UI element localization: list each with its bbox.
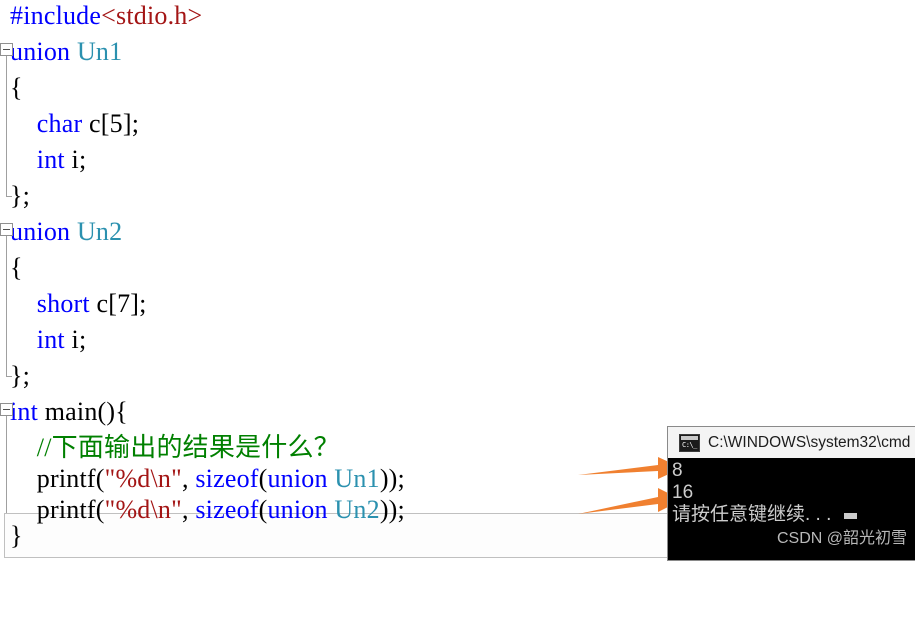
code-line-text: { [10,248,23,288]
code-token: , [181,464,196,493]
code-token: char [10,109,83,138]
code-token: #include [10,1,102,30]
console-window[interactable]: C:\_ C:\WINDOWS\system32\cmd 8 16 请按任意键继… [668,427,915,560]
code-token: i; [64,325,87,354]
code-token: <stdio.h> [101,1,203,30]
code-token: } [10,521,23,550]
code-token: int [10,397,39,426]
watermark: CSDN @韶光初雪 [776,530,907,547]
code-line[interactable]: union Un1 [0,32,915,72]
fold-toggle-un1[interactable] [0,43,13,56]
code-line[interactable]: union Un2 [0,212,915,252]
code-token: Un1 [76,37,123,66]
console-cursor [844,513,857,519]
code-line-text: int main(){ [10,392,128,432]
code-line-text: int i; [10,320,86,360]
code-token: }; [10,361,31,390]
code-line[interactable]: }; [0,356,915,396]
console-title: C:\WINDOWS\system32\cmd [708,433,911,451]
code-line-text: short c[7]; [10,284,147,324]
fold-toggle-un2[interactable] [0,223,13,236]
code-line[interactable]: short c[7]; [0,284,915,324]
cmd-console-icon: C:\_ [679,433,700,452]
code-line-text: #include<stdio.h> [10,0,202,36]
code-token: //下面输出的结果是什么？ [10,433,340,462]
code-token: { [10,73,23,102]
code-line-text: }; [10,356,30,396]
code-token: "%d\n" [104,464,182,493]
console-titlebar[interactable]: C:\_ C:\WINDOWS\system32\cmd [668,427,915,459]
code-line[interactable]: int i; [0,140,915,180]
code-line[interactable]: int i; [0,320,915,360]
code-token: union [10,217,77,246]
code-line-text: { [10,68,23,108]
code-line-text: union Un2 [10,212,122,252]
code-token: main(){ [38,397,128,426]
code-line[interactable]: int main(){ [0,392,915,432]
code-token: printf( [10,464,105,493]
code-token: Un2 [76,217,123,246]
code-token: }; [10,181,31,210]
code-token: { [10,253,23,282]
code-token: short [10,289,90,318]
code-token: sizeof [195,464,259,493]
code-line-text: int i; [10,140,86,180]
code-line[interactable]: }; [0,176,915,216]
console-output-line: 请按任意键继续. . . [672,504,832,525]
code-token: union [10,37,77,66]
code-token: i; [64,145,87,174]
code-line-text: }; [10,176,30,216]
code-token: int [10,325,65,354]
code-line[interactable]: { [0,248,915,288]
code-line-text: char c[5]; [10,104,139,144]
code-token: Un1 [334,464,380,493]
code-token: c[7]; [89,289,147,318]
code-token: union [267,464,335,493]
console-output-line: 8 [672,460,683,481]
code-line[interactable]: #include<stdio.h> [0,0,915,36]
code-token: c[5]; [82,109,140,138]
code-token: int [10,145,65,174]
fold-toggle-main[interactable] [0,403,13,416]
code-line-text: union Un1 [10,32,122,72]
console-output-line: 16 [672,482,694,503]
code-line-text: } [10,516,23,556]
cmd-icon-prompt: C:\_ [682,440,697,449]
code-line[interactable]: char c[5]; [0,104,915,144]
code-token: )); [379,464,405,493]
code-line[interactable]: { [0,68,915,108]
